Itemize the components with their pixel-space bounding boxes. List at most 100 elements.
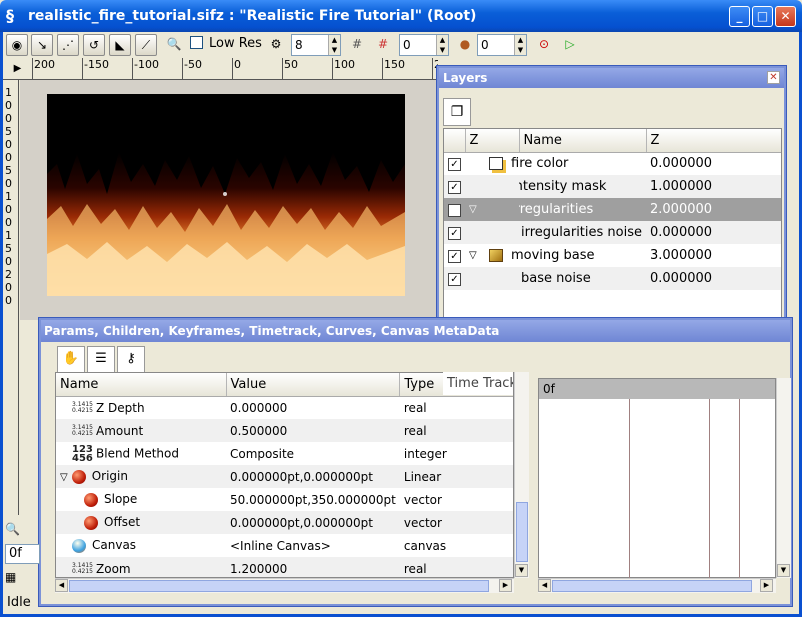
layer-visibility-checkbox[interactable]: ✓: [448, 181, 461, 194]
param-value[interactable]: Composite: [226, 442, 400, 465]
draw-angles-icon[interactable]: ◣: [109, 34, 131, 56]
layer-visibility-checkbox[interactable]: ✓: [448, 158, 461, 172]
layer-name-cell[interactable]: irregularities: [489, 198, 646, 221]
param-row[interactable]: Canvas <Inline Canvas> canvas: [56, 534, 513, 557]
lowres-checkbox[interactable]: [190, 36, 203, 49]
timetrack-scroll-right[interactable]: ▶: [760, 579, 773, 592]
quality-icon[interactable]: ⚙: [265, 34, 287, 56]
time-input[interactable]: 0 ▲ ▼: [399, 34, 449, 56]
layer-row[interactable]: ✓ base noise 0.000000: [444, 267, 781, 290]
param-name-cell[interactable]: Offset: [56, 511, 226, 534]
param-name-cell[interactable]: 3.1415 0.4215 Z Depth: [56, 396, 226, 419]
layer-toggle-cell[interactable]: ✓: [444, 152, 465, 175]
draw-radii-icon[interactable]: ⋰: [57, 34, 79, 56]
layer-expander-cell[interactable]: [465, 267, 519, 290]
param-value[interactable]: 0.500000: [226, 419, 400, 442]
layer-row[interactable]: ✓ fire color 0.000000: [444, 152, 781, 175]
layer-row[interactable]: ✓ irregularities noise 0.000000: [444, 221, 781, 244]
param-row[interactable]: Offset 0.000000pt,0.000000pt vector: [56, 511, 513, 534]
param-value[interactable]: 0.000000: [226, 396, 400, 419]
draw-tangents-icon[interactable]: ↘: [31, 34, 53, 56]
param-value[interactable]: 0.000000pt,0.000000pt: [226, 511, 400, 534]
layer-name-cell[interactable]: intensity mask: [489, 175, 646, 198]
param-row[interactable]: 3.1415 0.4215 Amount 0.500000 real: [56, 419, 513, 442]
layers-col-toggle[interactable]: [444, 129, 466, 153]
layer-name-cell[interactable]: fire color: [489, 152, 646, 175]
params-hscroll-thumb[interactable]: [69, 580, 489, 592]
param-row[interactable]: Slope 50.000000pt,350.000000pt vector: [56, 488, 513, 511]
param-row[interactable]: ▽ Origin 0.000000pt,0.000000pt Linear: [56, 465, 513, 488]
layer-row[interactable]: ✓ intensity mask 1.000000: [444, 175, 781, 198]
param-name-cell[interactable]: Canvas: [56, 534, 226, 557]
params-tab-icon[interactable]: ✋: [57, 346, 85, 372]
layer-expander-cell[interactable]: [465, 221, 519, 244]
timetrack-area[interactable]: 0f: [538, 378, 776, 579]
param-row[interactable]: 3.1415 0.4215 Z Depth 0.000000 real: [56, 396, 513, 419]
layers-col-z[interactable]: Z: [465, 129, 520, 153]
show-grid-icon[interactable]: #: [346, 34, 368, 56]
draw-bones-icon[interactable]: ⟋: [135, 34, 157, 56]
keyframes-tab-icon[interactable]: ⚷: [117, 346, 145, 372]
onion-skin-icon[interactable]: ●: [454, 34, 476, 56]
timetrack-hscroll-thumb[interactable]: [552, 580, 752, 592]
scroll-down-arrow[interactable]: ▼: [515, 564, 528, 577]
layer-visibility-checkbox[interactable]: ✓: [448, 204, 461, 217]
param-row[interactable]: 123 456 Blend Method Composite integer: [56, 442, 513, 465]
draw-vertices-icon[interactable]: ◉: [6, 34, 28, 56]
params-vscrollbar[interactable]: ▼: [514, 372, 529, 578]
layer-visibility-checkbox[interactable]: ✓: [448, 250, 461, 263]
layer-expander-cell[interactable]: [465, 152, 519, 175]
params-col-name[interactable]: Name: [56, 373, 227, 397]
layer-toggle-cell[interactable]: ✓: [444, 198, 465, 221]
layer-toggle-cell[interactable]: ✓: [444, 244, 465, 267]
timetrack-scroll-left[interactable]: ◀: [538, 579, 551, 592]
time-field[interactable]: 0f: [5, 544, 40, 564]
params-col-value[interactable]: Value: [226, 373, 401, 397]
layer-row[interactable]: ✓ ▽ irregularities 2.000000: [444, 198, 781, 221]
layers-col-name[interactable]: Name: [519, 129, 647, 153]
param-value[interactable]: 1.200000: [226, 557, 400, 577]
timetrack-scroll-down[interactable]: ▼: [777, 564, 790, 577]
layers-tab[interactable]: ❐: [443, 98, 471, 126]
param-name-cell[interactable]: ▽ Origin: [56, 465, 226, 488]
param-name-cell[interactable]: 3.1415 0.4215 Zoom: [56, 557, 226, 577]
minimize-button[interactable]: _: [729, 6, 750, 27]
param-value[interactable]: 50.000000pt,350.000000pt: [226, 488, 400, 511]
synfig-app-icon[interactable]: §: [6, 7, 22, 25]
layer-row[interactable]: ✓ ▽ moving base 3.000000: [444, 244, 781, 267]
timetrack-vscrollbar[interactable]: ▼: [776, 378, 791, 578]
zoom-icon[interactable]: 🔍: [163, 34, 185, 56]
layer-expander-cell[interactable]: [465, 175, 519, 198]
param-row[interactable]: 3.1415 0.4215 Zoom 1.200000 real: [56, 557, 513, 577]
layer-visibility-checkbox[interactable]: ✓: [448, 273, 461, 286]
param-value[interactable]: 0.000000pt,0.000000pt: [226, 465, 400, 488]
layer-expander-cell[interactable]: ▽: [465, 198, 519, 221]
param-name-cell[interactable]: 123 456 Blend Method: [56, 442, 226, 465]
expand-arrow-icon[interactable]: ▽: [60, 472, 68, 483]
layer-expander-cell[interactable]: ▽: [465, 244, 519, 267]
animate-mode-icon[interactable]: ▦: [5, 570, 25, 588]
layer-toggle-cell[interactable]: ✓: [444, 175, 465, 198]
snap-grid-icon[interactable]: #: [372, 34, 394, 56]
scroll-right-arrow[interactable]: ▶: [499, 579, 512, 592]
children-tab-icon[interactable]: ☰: [87, 346, 115, 372]
param-name-cell[interactable]: 3.1415 0.4215 Amount: [56, 419, 226, 442]
layer-name-cell[interactable]: moving base: [489, 244, 646, 267]
params-hscrollbar[interactable]: ◀ ▶: [55, 578, 514, 593]
scroll-left-arrow[interactable]: ◀: [55, 579, 68, 592]
close-button[interactable]: ✕: [775, 6, 796, 27]
onion-input[interactable]: 0 ▲ ▼: [477, 34, 527, 56]
layer-visibility-checkbox[interactable]: ✓: [448, 227, 461, 240]
layer-name-cell[interactable]: irregularities noise: [499, 221, 646, 244]
play-icon[interactable]: ▷: [559, 34, 581, 56]
layer-name-cell[interactable]: base noise: [499, 267, 646, 290]
draw-widths-icon[interactable]: ↺: [83, 34, 105, 56]
param-value[interactable]: <Inline Canvas>: [226, 534, 400, 557]
record-icon[interactable]: ⊙: [533, 34, 555, 56]
param-name-cell[interactable]: Slope: [56, 488, 226, 511]
layer-toggle-cell[interactable]: ✓: [444, 267, 465, 290]
layers-close-icon[interactable]: ✕: [767, 71, 780, 84]
canvas-menu-arrow[interactable]: ▶: [3, 58, 32, 80]
layer-toggle-cell[interactable]: ✓: [444, 221, 465, 244]
expand-arrow-icon[interactable]: ▽: [469, 204, 477, 215]
